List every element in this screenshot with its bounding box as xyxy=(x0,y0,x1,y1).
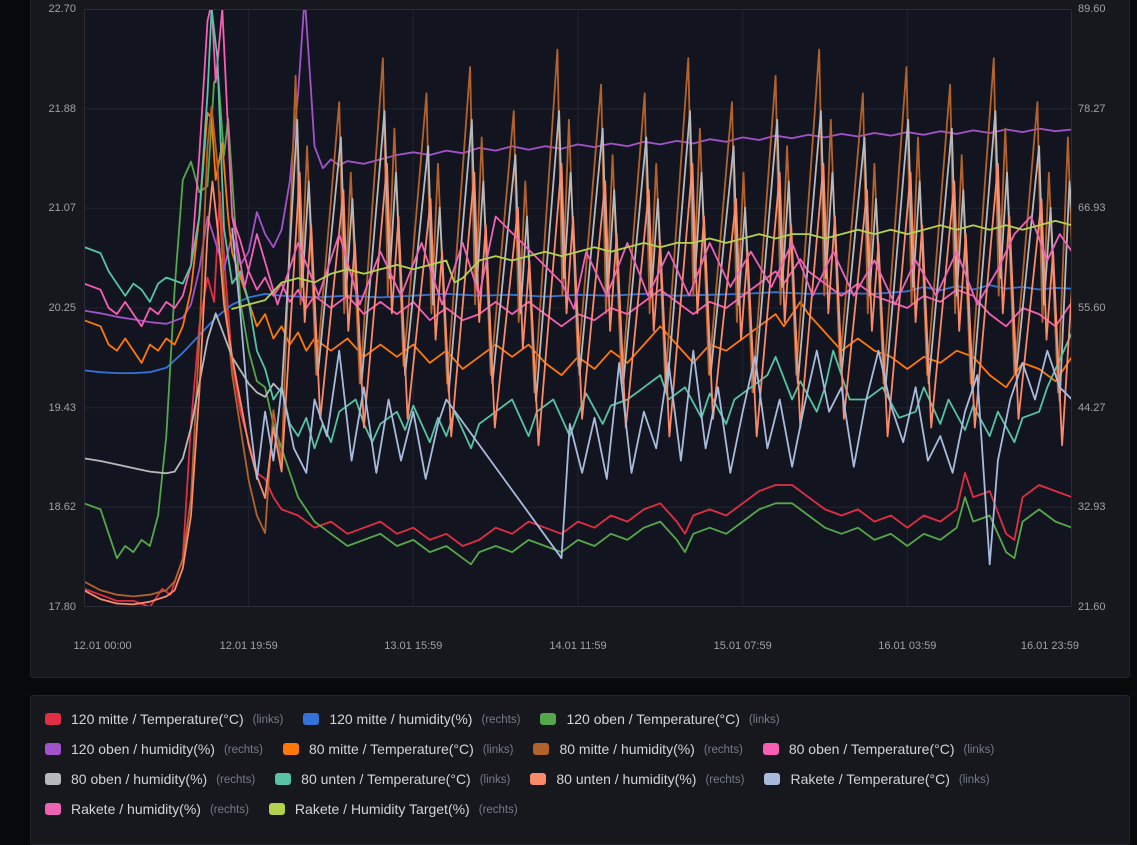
y-axis-right: 89.60 78.27 66.93 55.60 44.27 32.93 21.60 xyxy=(1078,0,1128,620)
legend-swatch-icon[interactable] xyxy=(764,773,780,785)
legend-item-80-oben-temperature-c[interactable]: 80 oben / Temperature(°C) (links) xyxy=(763,741,994,757)
legend-panel: 120 mitte / Temperature(°C)(links)120 mi… xyxy=(30,695,1130,845)
plot-area[interactable] xyxy=(84,9,1072,607)
legend-item-80-mitte-humidity[interactable]: 80 mitte / humidity(%) (rechts) xyxy=(533,741,742,757)
legend-axis-scope: (links) xyxy=(959,772,990,786)
legend-label: 80 unten / humidity(%) xyxy=(556,771,696,787)
chart-svg xyxy=(84,9,1072,607)
y-left-tick: 17.80 xyxy=(30,599,76,615)
x-axis-tick: 16.01 23:59 xyxy=(1021,640,1079,652)
y-left-tick: 19.43 xyxy=(30,400,76,416)
legend-label: 80 unten / Temperature(°C) xyxy=(301,771,471,787)
legend-axis-scope: (links) xyxy=(253,712,284,726)
legend-label: Rakete / Humidity Target(%) xyxy=(295,801,470,817)
legend-swatch-icon[interactable] xyxy=(45,773,61,785)
y-left-tick: 22.70 xyxy=(30,1,76,17)
x-axis-tick: 12.01 00:00 xyxy=(74,640,132,652)
legend-swatch-icon[interactable] xyxy=(540,713,556,725)
grafana-dashboard: { "panel": { "title": "Erich Erich 16" }… xyxy=(0,0,1137,818)
y-axis-left: 22.70 21.88 21.07 20.25 19.43 18.62 17.80 xyxy=(30,0,76,620)
x-axis-tick: 14.01 11:59 xyxy=(549,640,606,652)
legend-row: Rakete / humidity(%)(rechts)Rakete / Hum… xyxy=(45,799,1115,819)
legend-label: 120 oben / Temperature(°C) xyxy=(566,711,739,727)
x-axis-tick: 15.01 07:59 xyxy=(714,640,772,652)
legend-label: Rakete / Temperature(°C) xyxy=(790,771,949,787)
legend-item-120-oben-temperature-c[interactable]: 120 oben / Temperature(°C) (links) xyxy=(540,711,779,727)
y-right-tick: 66.93 xyxy=(1078,200,1128,216)
legend-item-80-oben-humidity[interactable]: 80 oben / humidity(%) (rechts) xyxy=(45,771,255,787)
legend-axis-scope: (rechts) xyxy=(704,742,743,756)
legend-axis-scope: (links) xyxy=(483,742,514,756)
x-axis: 12.01 00:0012.01 19:5913.01 15:5914.01 1… xyxy=(84,640,1072,656)
legend-swatch-icon[interactable] xyxy=(530,773,546,785)
legend-axis-scope: (links) xyxy=(963,742,994,756)
legend-axis-scope: (rechts) xyxy=(210,802,249,816)
legend-item-80-mitte-temperature-c[interactable]: 80 mitte / Temperature(°C) (links) xyxy=(283,741,514,757)
legend-item-80-unten-temperature-c[interactable]: 80 unten / Temperature(°C) (links) xyxy=(275,771,510,787)
legend-swatch-icon[interactable] xyxy=(763,743,779,755)
y-left-tick: 20.25 xyxy=(30,300,76,316)
legend-label: 80 mitte / Temperature(°C) xyxy=(309,741,474,757)
y-right-tick: 89.60 xyxy=(1078,1,1128,17)
legend-swatch-icon[interactable] xyxy=(303,713,319,725)
y-right-tick: 44.27 xyxy=(1078,400,1128,416)
legend-row: 120 mitte / Temperature(°C)(links)120 mi… xyxy=(45,709,1115,729)
y-left-tick: 21.88 xyxy=(30,101,76,117)
legend-item-120-mitte-temperature-c[interactable]: 120 mitte / Temperature(°C) (links) xyxy=(45,711,283,727)
legend-axis-scope: (rechts) xyxy=(479,802,518,816)
legend-label: 80 oben / Temperature(°C) xyxy=(789,741,955,757)
legend-swatch-icon[interactable] xyxy=(275,773,291,785)
y-right-tick: 55.60 xyxy=(1078,300,1128,316)
legend-row: 120 oben / humidity(%)(rechts)80 mitte /… xyxy=(45,739,1115,759)
legend-swatch-icon[interactable] xyxy=(283,743,299,755)
legend-swatch-icon[interactable] xyxy=(533,743,549,755)
legend-label: 120 oben / humidity(%) xyxy=(71,741,215,757)
legend-row: 80 oben / humidity(%)(rechts)80 unten / … xyxy=(45,769,1115,789)
y-right-tick: 21.60 xyxy=(1078,599,1128,615)
legend-item-120-mitte-humidity[interactable]: 120 mitte / humidity(%) (rechts) xyxy=(303,711,520,727)
y-left-tick: 21.07 xyxy=(30,200,76,216)
x-axis-tick: 13.01 15:59 xyxy=(384,640,442,652)
legend-swatch-icon[interactable] xyxy=(45,743,61,755)
legend-axis-scope: (links) xyxy=(749,712,780,726)
legend-swatch-icon[interactable] xyxy=(45,713,61,725)
y-left-tick: 18.62 xyxy=(30,499,76,515)
legend-label: 80 mitte / humidity(%) xyxy=(559,741,694,757)
legend-item-rakete-temperature-c[interactable]: Rakete / Temperature(°C) (links) xyxy=(764,771,989,787)
legend-label: 80 oben / humidity(%) xyxy=(71,771,207,787)
legend-item-80-unten-humidity[interactable]: 80 unten / humidity(%) (rechts) xyxy=(530,771,744,787)
legend-axis-scope: (rechts) xyxy=(481,712,520,726)
legend-axis-scope: (rechts) xyxy=(224,742,263,756)
x-axis-tick: 16.01 03:59 xyxy=(878,640,936,652)
y-right-tick: 78.27 xyxy=(1078,101,1128,117)
legend-label: 120 mitte / Temperature(°C) xyxy=(71,711,244,727)
legend-swatch-icon[interactable] xyxy=(45,803,61,815)
y-right-tick: 32.93 xyxy=(1078,499,1128,515)
legend-label: 120 mitte / humidity(%) xyxy=(329,711,472,727)
legend-axis-scope: (links) xyxy=(480,772,511,786)
x-axis-tick: 12.01 19:59 xyxy=(220,640,278,652)
legend-axis-scope: (rechts) xyxy=(216,772,255,786)
legend-item-120-oben-humidity[interactable]: 120 oben / humidity(%) (rechts) xyxy=(45,741,263,757)
legend-item-rakete-humidity-target[interactable]: Rakete / Humidity Target(%) (rechts) xyxy=(269,801,518,817)
legend-label: Rakete / humidity(%) xyxy=(71,801,201,817)
legend-axis-scope: (rechts) xyxy=(705,772,744,786)
legend-item-rakete-humidity[interactable]: Rakete / humidity(%) (rechts) xyxy=(45,801,249,817)
legend-swatch-icon[interactable] xyxy=(269,803,285,815)
